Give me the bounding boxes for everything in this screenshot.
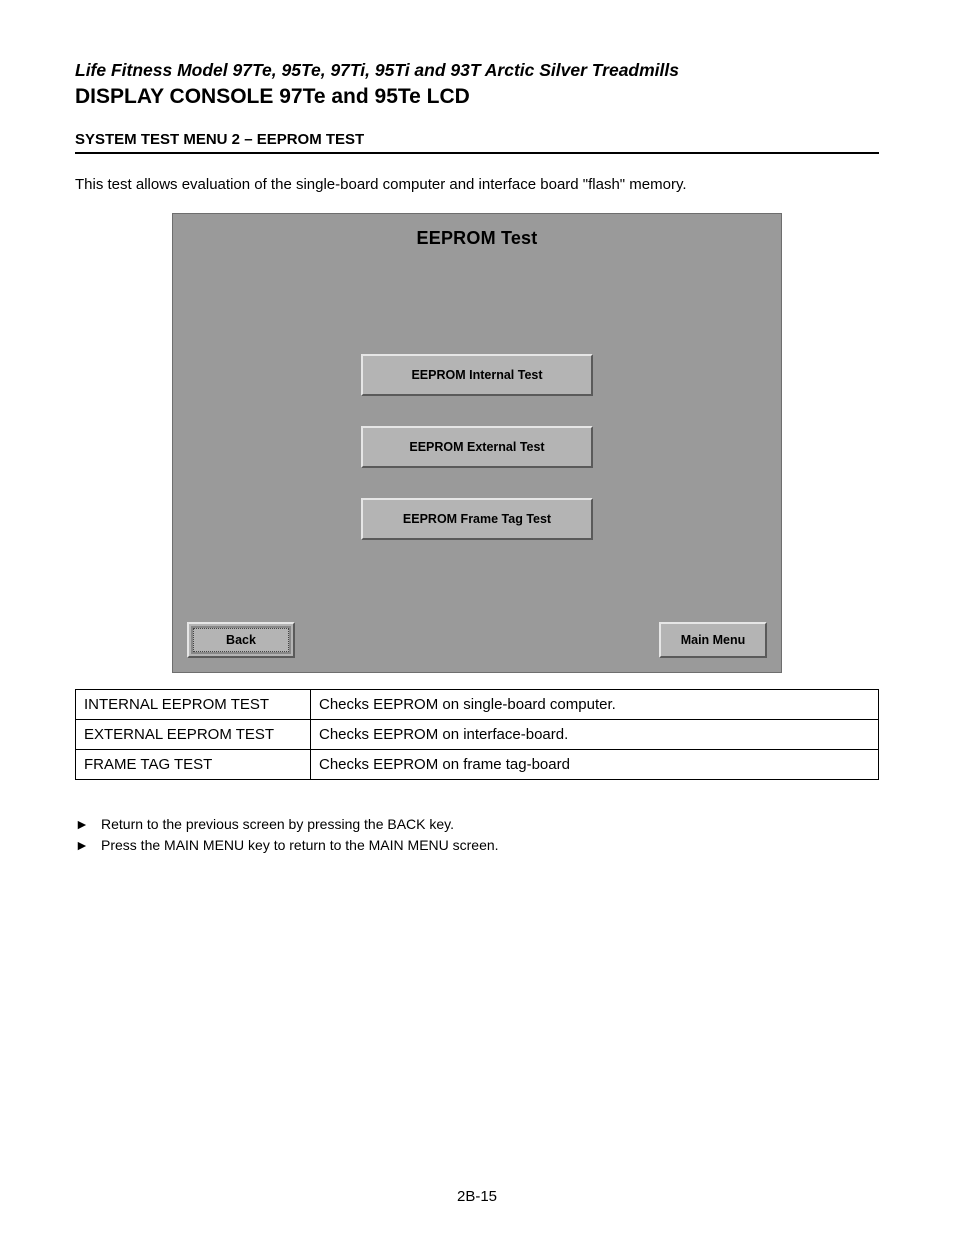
section-heading: SYSTEM TEST MENU 2 – EEPROM TEST — [75, 131, 879, 154]
bullet-item: ► Press the MAIN MENU key to return to t… — [75, 835, 879, 856]
nav-row: Back Main Menu — [187, 622, 767, 658]
table-row: INTERNAL EEPROM TEST Checks EEPROM on si… — [76, 690, 879, 720]
arrow-icon: ► — [75, 835, 89, 856]
description-table: INTERNAL EEPROM TEST Checks EEPROM on si… — [75, 689, 879, 780]
screenshot-container: EEPROM Test EEPROM Internal Test EEPROM … — [75, 213, 879, 673]
bullet-text: Return to the previous screen by pressin… — [101, 814, 454, 835]
document-title: DISPLAY CONSOLE 97Te and 95Te LCD — [75, 85, 879, 109]
table-cell-name: FRAME TAG TEST — [76, 750, 311, 780]
table-cell-name: EXTERNAL EEPROM TEST — [76, 720, 311, 750]
table-row: FRAME TAG TEST Checks EEPROM on frame ta… — [76, 750, 879, 780]
back-button[interactable]: Back — [187, 622, 295, 658]
bullet-item: ► Return to the previous screen by press… — [75, 814, 879, 835]
document-supertitle: Life Fitness Model 97Te, 95Te, 97Ti, 95T… — [75, 60, 879, 81]
eeprom-frame-tag-test-button[interactable]: EEPROM Frame Tag Test — [361, 498, 593, 540]
table-cell-desc: Checks EEPROM on single-board computer. — [311, 690, 879, 720]
screen-title: EEPROM Test — [173, 228, 781, 249]
table-cell-name: INTERNAL EEPROM TEST — [76, 690, 311, 720]
page-number: 2B-15 — [0, 1188, 954, 1205]
arrow-icon: ► — [75, 814, 89, 835]
eeprom-internal-test-button[interactable]: EEPROM Internal Test — [361, 354, 593, 396]
table-cell-desc: Checks EEPROM on frame tag-board — [311, 750, 879, 780]
bullet-text: Press the MAIN MENU key to return to the… — [101, 835, 499, 856]
eeprom-external-test-button[interactable]: EEPROM External Test — [361, 426, 593, 468]
bullet-list: ► Return to the previous screen by press… — [75, 814, 879, 856]
intro-paragraph: This test allows evaluation of the singl… — [75, 176, 879, 193]
main-menu-button[interactable]: Main Menu — [659, 622, 767, 658]
lcd-screen: EEPROM Test EEPROM Internal Test EEPROM … — [172, 213, 782, 673]
table-row: EXTERNAL EEPROM TEST Checks EEPROM on in… — [76, 720, 879, 750]
table-cell-desc: Checks EEPROM on interface-board. — [311, 720, 879, 750]
menu-button-group: EEPROM Internal Test EEPROM External Tes… — [173, 354, 781, 540]
